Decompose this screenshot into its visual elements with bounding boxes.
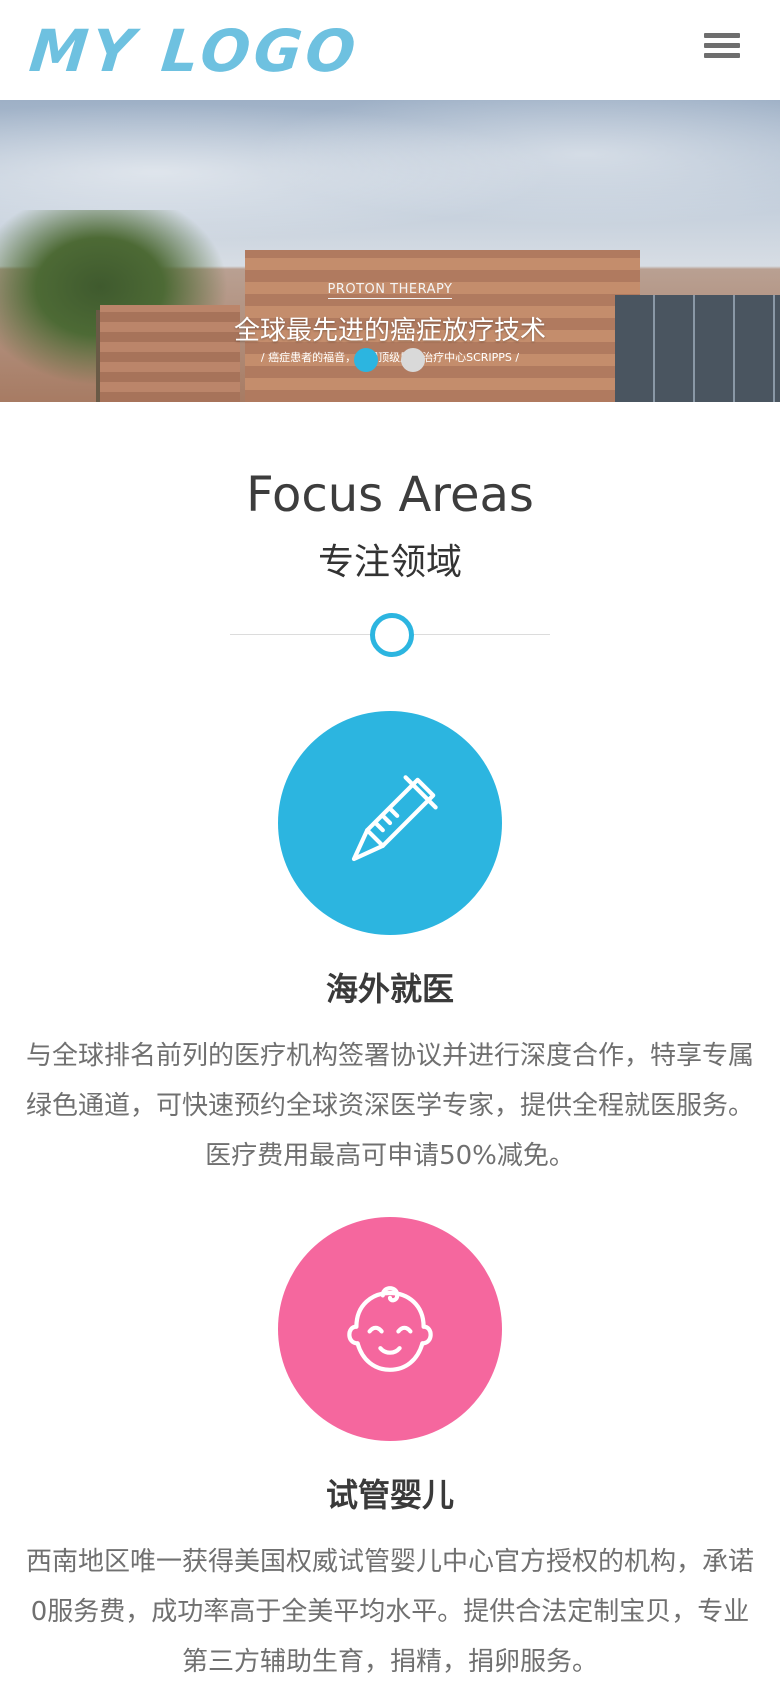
menu-bar bbox=[704, 53, 740, 58]
feature-ivf: 试管婴儿 西南地区唯一获得美国权威试管婴儿中心官方授权的机构，承诺0服务费，成功… bbox=[0, 1217, 780, 1687]
hamburger-menu-icon[interactable] bbox=[704, 33, 740, 63]
feature-icon-circle[interactable] bbox=[278, 1217, 502, 1441]
feature-description: 西南地区唯一获得美国权威试管婴儿中心官方授权的机构，承诺0服务费，成功率高于全美… bbox=[25, 1547, 754, 1677]
feature-title: 海外就医 bbox=[325, 970, 454, 1008]
banner-eyebrow: PROTON THERAPY bbox=[327, 282, 453, 299]
feature-title: 试管婴儿 bbox=[325, 1476, 454, 1514]
site-header: MY LOGO bbox=[0, 0, 780, 100]
feature-overseas-medical: 海外就医 与全球排名前列的医疗机构签署协议并进行深度合作，特享专属绿色通道，可快… bbox=[0, 711, 780, 1181]
menu-bar bbox=[704, 43, 740, 48]
thermometer-icon bbox=[351, 775, 438, 862]
section-title: Focus Areas bbox=[246, 467, 534, 523]
baby-face-icon bbox=[347, 1286, 433, 1372]
feature-icon-circle[interactable] bbox=[278, 711, 502, 935]
carousel-dot-2[interactable] bbox=[401, 348, 425, 372]
section-subtitle: 专注领域 bbox=[317, 542, 462, 583]
feature-description: 与全球排名前列的医疗机构签署协议并进行深度合作，特享专属绿色通道，可快速预约全球… bbox=[25, 1041, 754, 1171]
section-divider bbox=[230, 613, 550, 657]
divider-ring bbox=[370, 613, 414, 657]
banner-title: 全球最先进的癌症放疗技术 bbox=[233, 316, 546, 346]
carousel-dot-1[interactable] bbox=[354, 348, 378, 372]
menu-bar bbox=[704, 33, 740, 38]
carousel-pagination bbox=[354, 348, 425, 372]
site-logo[interactable]: MY LOGO bbox=[26, 16, 362, 86]
